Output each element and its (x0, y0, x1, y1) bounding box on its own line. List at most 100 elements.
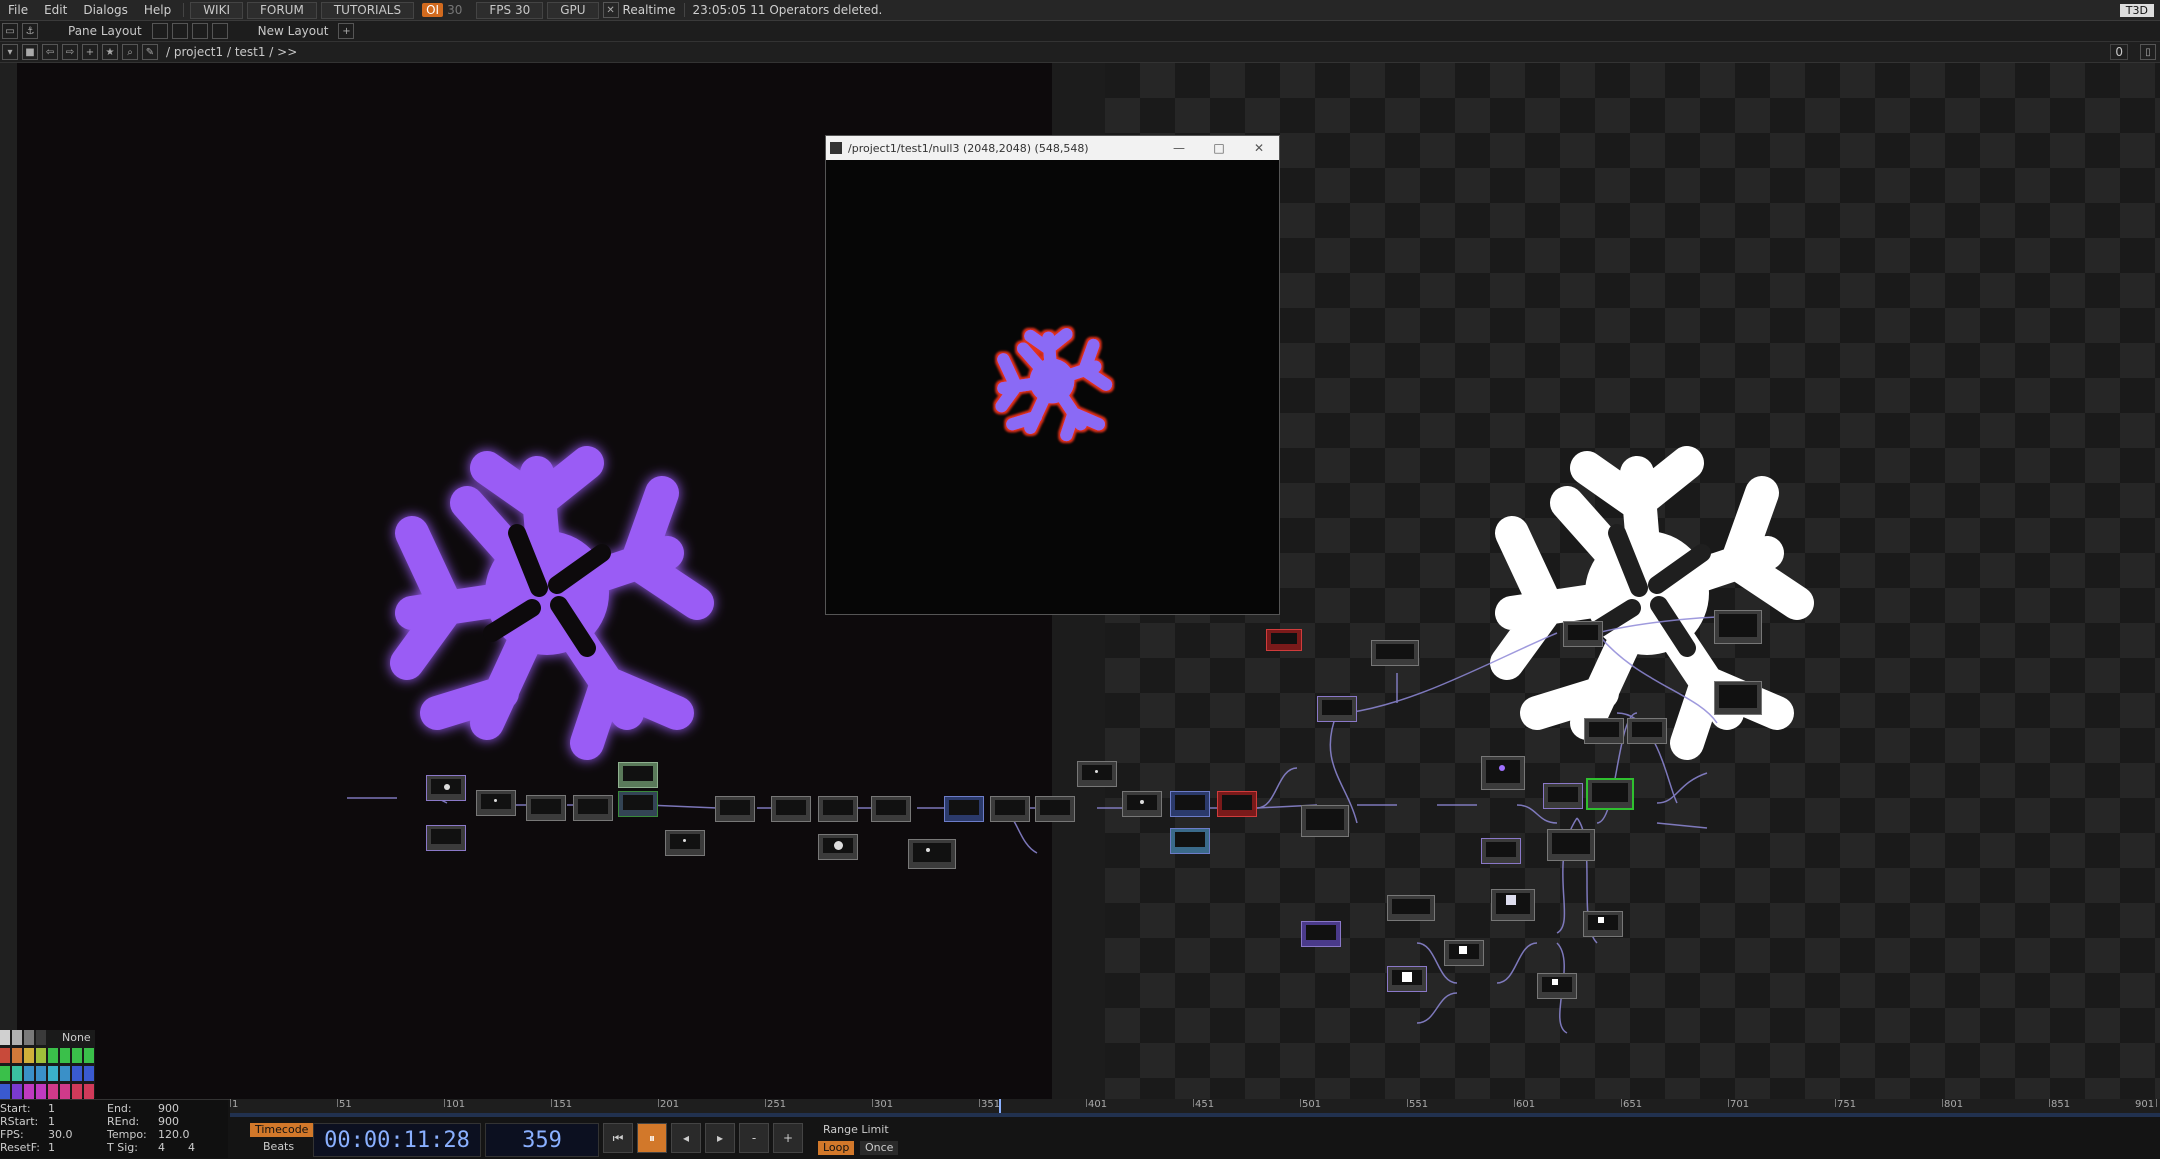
timeline-range-bar[interactable] (230, 1113, 2160, 1117)
rstart-value[interactable]: 1 (48, 1115, 55, 1128)
circle-node[interactable] (818, 834, 858, 860)
end-value[interactable]: 900 (158, 1102, 179, 1115)
palette-swatch[interactable] (36, 1084, 46, 1099)
resetf-value[interactable]: 1 (48, 1141, 55, 1154)
operator-node[interactable] (1481, 838, 1521, 864)
start-value[interactable]: 1 (48, 1102, 55, 1115)
back-icon[interactable]: ⇦ (42, 44, 58, 60)
operator-node[interactable] (1543, 783, 1583, 809)
palette-none-label[interactable]: None (62, 1031, 91, 1044)
feedback-node[interactable] (573, 795, 613, 821)
operator-node[interactable] (1547, 829, 1595, 861)
pane-layout-label[interactable]: Pane Layout (60, 24, 150, 38)
palette-swatch[interactable] (12, 1030, 22, 1045)
oi-indicator[interactable]: OI (422, 3, 444, 17)
add-layout-icon[interactable]: + (338, 23, 355, 39)
split-icon[interactable]: ▭ (2, 23, 18, 39)
step-back-button[interactable]: ◂ (671, 1123, 701, 1153)
palette-swatch[interactable] (60, 1048, 70, 1063)
operator-node[interactable] (1563, 621, 1603, 647)
menu-file[interactable]: File (0, 3, 36, 17)
operator-node[interactable] (1627, 718, 1667, 744)
operator-node[interactable] (1122, 791, 1162, 817)
once-toggle[interactable]: Once (860, 1141, 899, 1155)
maximize-icon[interactable]: □ (1199, 141, 1239, 155)
operator-node[interactable] (665, 830, 705, 856)
palette-swatch[interactable] (24, 1030, 34, 1045)
edit-icon[interactable]: ✎ (142, 44, 158, 60)
layout-icon-2[interactable] (171, 23, 188, 39)
tsig-numerator[interactable]: 4 (158, 1141, 165, 1154)
operator-node[interactable] (1217, 791, 1257, 817)
operator-node[interactable] (908, 839, 956, 869)
viewer-window[interactable]: /project1/test1/null3 (2048,2048) (548,5… (825, 135, 1280, 615)
menu-edit[interactable]: Edit (36, 3, 75, 17)
palette-swatch[interactable] (84, 1084, 94, 1099)
palette-swatch[interactable] (24, 1048, 34, 1063)
operator-node[interactable] (1371, 640, 1419, 666)
stop-icon[interactable]: ■ (22, 44, 38, 60)
frame-display[interactable]: 359 (485, 1123, 599, 1157)
layout-icon-1[interactable] (151, 23, 168, 39)
palette-swatch[interactable] (12, 1048, 22, 1063)
gpu-indicator[interactable]: GPU (547, 1, 599, 19)
palette-swatch[interactable] (0, 1048, 10, 1063)
palette-swatch[interactable] (84, 1066, 94, 1081)
palette-swatch[interactable] (0, 1030, 10, 1045)
minimize-icon[interactable]: — (1159, 141, 1199, 155)
operator-node[interactable] (1077, 761, 1117, 787)
operator-node[interactable] (944, 796, 984, 822)
palette-swatch[interactable] (72, 1048, 82, 1063)
speed-down-button[interactable]: - (739, 1123, 769, 1153)
operator-node[interactable] (1170, 791, 1210, 817)
noise-node[interactable] (426, 825, 466, 851)
operator-node[interactable] (618, 791, 658, 817)
operator-node[interactable] (1387, 966, 1427, 992)
palette-swatch[interactable] (60, 1084, 70, 1099)
rend-value[interactable]: 900 (158, 1115, 179, 1128)
timecode-toggle[interactable]: Timecode (250, 1123, 314, 1137)
star-icon[interactable]: ★ (102, 44, 118, 60)
operator-node[interactable] (1301, 921, 1341, 947)
breadcrumb[interactable]: / project1 / test1 / >> (160, 45, 297, 59)
close-icon[interactable]: ✕ (1239, 141, 1279, 155)
palette-swatch[interactable] (48, 1084, 58, 1099)
fps-value[interactable]: 30.0 (48, 1128, 73, 1141)
forum-button[interactable]: FORUM (247, 1, 317, 19)
lock-icon[interactable]: ▯ (2140, 44, 2156, 60)
operator-node[interactable] (1170, 828, 1210, 854)
operator-node[interactable] (1491, 889, 1535, 921)
layout-icon-3[interactable] (191, 23, 208, 39)
operator-node[interactable] (1481, 756, 1525, 790)
operator-node[interactable] (1714, 610, 1762, 644)
operator-node[interactable] (1035, 796, 1075, 822)
palette-swatch[interactable] (36, 1030, 46, 1045)
error-node[interactable] (1266, 629, 1302, 651)
operator-node[interactable] (771, 796, 811, 822)
new-layout-button[interactable]: New Layout (250, 24, 337, 38)
palette-swatch[interactable] (0, 1066, 10, 1081)
palette-swatch[interactable] (72, 1066, 82, 1081)
operator-node[interactable] (818, 796, 858, 822)
palette-swatch[interactable] (84, 1048, 94, 1063)
zoom-icon[interactable]: ⌕ (122, 44, 138, 60)
realtime-checkbox[interactable]: ✕ (602, 2, 619, 18)
tempo-value[interactable]: 120.0 (158, 1128, 190, 1141)
playhead[interactable] (999, 1099, 1001, 1113)
beats-toggle[interactable]: Beats (258, 1140, 299, 1154)
palette-swatch[interactable] (12, 1084, 22, 1099)
palette-swatch[interactable] (36, 1048, 46, 1063)
rewind-button[interactable]: ⏮ (603, 1123, 633, 1153)
palette-swatch[interactable] (36, 1066, 46, 1081)
palette-swatch[interactable] (24, 1066, 34, 1081)
viewer-titlebar[interactable]: /project1/test1/null3 (2048,2048) (548,5… (826, 136, 1279, 160)
palette-swatch[interactable] (48, 1066, 58, 1081)
t3d-badge[interactable]: T3D (2119, 3, 2154, 17)
menu-dialogs[interactable]: Dialogs (75, 3, 135, 17)
operator-node[interactable] (526, 795, 566, 821)
step-forward-button[interactable]: ▸ (705, 1123, 735, 1153)
palette-swatch[interactable] (72, 1084, 82, 1099)
speed-up-button[interactable]: + (773, 1123, 803, 1153)
operator-node[interactable] (1317, 696, 1357, 722)
operator-node[interactable] (1444, 940, 1484, 966)
